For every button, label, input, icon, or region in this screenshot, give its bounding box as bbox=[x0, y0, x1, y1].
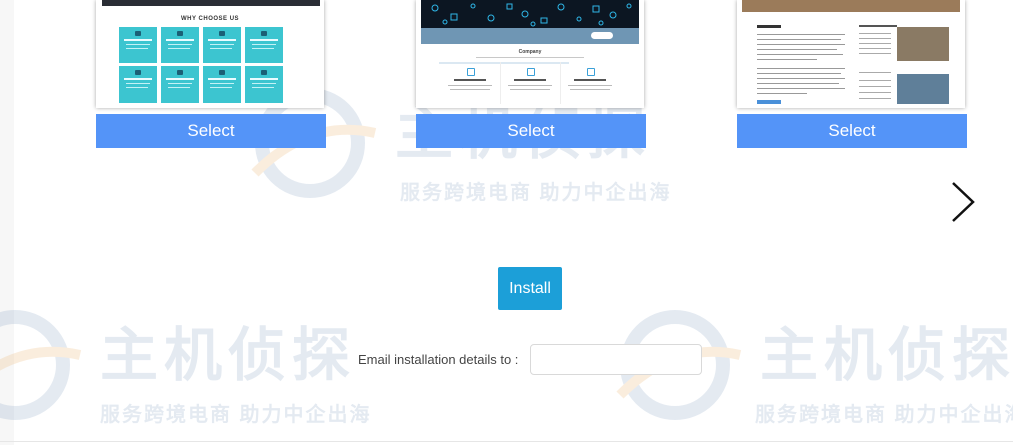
carousel-next-button[interactable] bbox=[945, 180, 981, 224]
watermark: 主机侦探 服务跨境电商 助力中企出海 bbox=[0, 300, 410, 430]
theme-thumbnail-3[interactable] bbox=[737, 0, 965, 108]
watermark-logo-text: 主机侦探 bbox=[100, 323, 357, 388]
thumbnail-landscape-image bbox=[897, 74, 949, 104]
left-gutter bbox=[0, 0, 14, 445]
theme-thumbnail-2[interactable]: Company bbox=[416, 0, 644, 108]
select-theme-button-2[interactable]: Select bbox=[416, 114, 646, 148]
thumbnail-section-heading: Company bbox=[518, 49, 542, 55]
email-field[interactable] bbox=[530, 344, 702, 375]
watermark-logo-text: 主机侦探 bbox=[760, 323, 1013, 388]
select-theme-button-1[interactable]: Select bbox=[96, 114, 326, 148]
watermark-tagline: 服务跨境电商 助力中企出海 bbox=[755, 404, 1013, 426]
feature-tile-grid bbox=[119, 27, 283, 103]
thumbnail-section-heading: WHY CHOOSE US bbox=[180, 16, 240, 22]
theme-thumbnail-1[interactable]: WHY CHOOSE US bbox=[96, 0, 324, 108]
icon-pattern-icon bbox=[431, 3, 632, 27]
install-button[interactable]: Install bbox=[498, 267, 562, 310]
watermark-tagline: 服务跨境电商 助力中企出海 bbox=[400, 182, 672, 204]
chevron-right-icon bbox=[952, 182, 975, 222]
divider bbox=[0, 441, 1013, 442]
select-theme-button-3[interactable]: Select bbox=[737, 114, 967, 148]
watermark-tagline: 服务跨境电商 助力中企出海 bbox=[100, 404, 372, 426]
thumbnail-house-image bbox=[897, 27, 949, 61]
email-field-label: Email installation details to : bbox=[358, 352, 519, 367]
